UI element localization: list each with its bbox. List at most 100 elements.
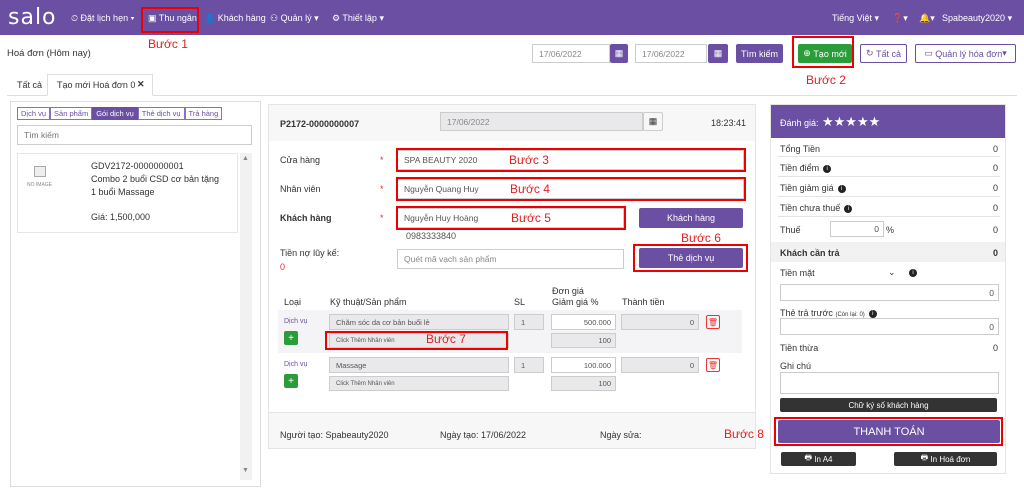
scroll-up-icon[interactable]: ▲ bbox=[242, 155, 249, 162]
nav-appointments[interactable]: ⏲ Đặt lịch hẹn ▾ bbox=[71, 13, 134, 24]
step-highlight-4 bbox=[396, 177, 746, 201]
refresh-icon: ↻ bbox=[865, 48, 874, 58]
no-image-label: NO IMAGE bbox=[27, 182, 53, 188]
customer-button[interactable]: Khách hàng bbox=[639, 208, 743, 228]
pretax-row: Tiền chưa thuế i 0 bbox=[780, 203, 998, 213]
date-to-input[interactable]: 17/06/2022 bbox=[635, 44, 707, 63]
nav-settings[interactable]: ⚙ Thiết lập ▾ bbox=[332, 13, 384, 24]
modified-date: Ngày sửa: bbox=[600, 430, 642, 440]
discount-row: Tiền giảm giá i 0 bbox=[780, 183, 998, 193]
invoice-date-input[interactable]: 17/06/2022 bbox=[440, 112, 643, 131]
step-highlight-2 bbox=[792, 36, 854, 68]
barcode-input[interactable]: Quét mã vạch sản phẩm bbox=[397, 249, 624, 269]
add-staff-input[interactable]: Click Thêm Nhân viên bbox=[329, 376, 509, 391]
product-search-input[interactable]: Tìm kiếm bbox=[17, 125, 252, 145]
tabs-divider bbox=[7, 95, 1017, 96]
calendar-icon[interactable]: ▦ bbox=[610, 44, 628, 63]
debt-value: 0 bbox=[280, 262, 286, 272]
nav-customers[interactable]: 👤 Khách hàng bbox=[204, 13, 266, 24]
tab-all[interactable]: Tất cả bbox=[17, 80, 42, 90]
subtab-packages[interactable]: Gói dịch vụ bbox=[92, 107, 138, 120]
service-name: Chăm sóc da cơ bản buổi lẻ bbox=[329, 314, 509, 330]
step-highlight-3 bbox=[396, 148, 746, 172]
user-menu[interactable]: Spabeauty2020 ▾ bbox=[942, 13, 1012, 24]
info-icon: i bbox=[823, 164, 832, 173]
col-qty: SL bbox=[514, 297, 526, 307]
add-icon[interactable]: + bbox=[284, 374, 298, 388]
info-icon: i bbox=[909, 269, 917, 277]
cash-label: Tiền mặt bbox=[780, 268, 815, 278]
tax-input[interactable]: 0 bbox=[830, 221, 884, 237]
step-label-5: Bước 5 bbox=[511, 211, 551, 225]
step-label-7: Bước 7 bbox=[426, 332, 466, 346]
calendar-icon[interactable]: ▦ bbox=[643, 112, 663, 131]
language-select[interactable]: Tiếng Việt ▾ bbox=[832, 13, 879, 24]
divider bbox=[778, 196, 1000, 197]
trash-icon[interactable]: 🗑 bbox=[706, 315, 720, 329]
discount-input[interactable]: 100 bbox=[551, 333, 616, 348]
qty-input[interactable]: 1 bbox=[514, 314, 544, 330]
chevron-down-icon[interactable]: ⌄ bbox=[888, 267, 896, 278]
row-type: Dịch vụ bbox=[284, 361, 308, 368]
required-mark: * bbox=[380, 184, 384, 194]
bell-icon[interactable]: 🔔▾ bbox=[919, 13, 935, 24]
price-input[interactable]: 500.000 bbox=[551, 314, 616, 330]
subtab-services[interactable]: Dịch vụ bbox=[17, 107, 51, 120]
close-icon[interactable]: ✕ bbox=[137, 79, 145, 90]
info-icon: i bbox=[868, 309, 877, 318]
step-highlight-6 bbox=[633, 244, 748, 272]
percent-label: % bbox=[886, 225, 895, 235]
cash-input[interactable]: 0 bbox=[780, 284, 999, 301]
date-from-input[interactable]: 17/06/2022 bbox=[532, 44, 610, 63]
rating-stars[interactable]: ★★★★★ bbox=[822, 114, 880, 130]
product-name: Combo 2 buổi CSD cơ bản tặng bbox=[91, 174, 219, 184]
discount-input[interactable]: 100 bbox=[551, 376, 616, 391]
product-code: GDV2172-0000000001 bbox=[91, 161, 184, 171]
refresh-all-button[interactable]: ↻ Tất cả bbox=[860, 44, 907, 63]
search-button[interactable]: Tìm kiếm bbox=[736, 44, 783, 63]
col-type: Loại bbox=[284, 297, 302, 307]
change-row: Tiền thừa 0 bbox=[780, 343, 998, 353]
printer-icon: 🖶 bbox=[920, 453, 929, 462]
debt-label: Tiền nợ lũy kế: bbox=[280, 248, 340, 258]
invoice-code: P2172-0000000007 bbox=[280, 119, 360, 129]
price-input[interactable]: 100.000 bbox=[551, 357, 616, 373]
scrollbar[interactable] bbox=[240, 153, 252, 480]
app-logo[interactable]: salo bbox=[8, 5, 57, 30]
help-icon[interactable]: ❓▾ bbox=[892, 13, 908, 24]
tab-new-invoice-label: Tạo mới Hoá đơn 0 bbox=[57, 80, 136, 90]
step-label-3: Bước 3 bbox=[509, 153, 549, 167]
users-icon: ⚇ bbox=[270, 13, 279, 23]
row-type: Dịch vụ bbox=[284, 318, 308, 325]
trash-icon[interactable]: 🗑 bbox=[706, 358, 720, 372]
scroll-down-icon[interactable]: ▼ bbox=[242, 467, 249, 474]
subtab-returns[interactable]: Trả hàng bbox=[184, 107, 223, 120]
points-row: Tiền điểm i 0 bbox=[780, 163, 998, 173]
add-icon[interactable]: + bbox=[284, 331, 298, 345]
step-label-4: Bước 4 bbox=[510, 182, 550, 196]
product-extra: 1 buổi Massage bbox=[91, 187, 155, 197]
signature-button[interactable]: Chữ ký số khách hàng bbox=[780, 398, 997, 412]
col-tech: Kỹ thuật/Sản phẩm bbox=[330, 297, 407, 307]
nav-manage[interactable]: ⚇ Quản lý ▾ bbox=[270, 13, 319, 24]
rating-label: Đánh giá: bbox=[780, 118, 819, 128]
prepaid-input[interactable]: 0 bbox=[780, 318, 999, 335]
window-icon: ▭ bbox=[924, 48, 933, 58]
invoice-time: 18:23:41 bbox=[711, 118, 747, 128]
print-a4-button[interactable]: 🖶 In A4 bbox=[781, 452, 856, 466]
gears-icon: ⚙ bbox=[332, 13, 341, 23]
qty-input[interactable]: 1 bbox=[514, 357, 544, 373]
page-title: Hoá đơn (Hôm nay) bbox=[7, 48, 91, 59]
divider bbox=[778, 216, 1000, 217]
prepaid-label: Thẻ trả trước (Còn lại: 0) i bbox=[780, 308, 877, 318]
print-invoice-button[interactable]: 🖶 In Hoá đơn bbox=[894, 452, 997, 466]
calendar-icon[interactable]: ▦ bbox=[708, 44, 728, 63]
step-highlight-1 bbox=[141, 7, 199, 33]
note-textarea[interactable] bbox=[780, 372, 999, 394]
subtab-cards[interactable]: Thẻ dịch vụ bbox=[137, 107, 185, 120]
total-row: Tổng Tiền 0 bbox=[780, 144, 998, 154]
subtab-products[interactable]: Sản phẩm bbox=[50, 107, 93, 120]
step-label-2: Bước 2 bbox=[806, 73, 846, 87]
manage-invoices-button[interactable]: ▭ Quản lý hóa đơn ▾ bbox=[915, 44, 1016, 63]
step-highlight-8 bbox=[774, 417, 1003, 446]
